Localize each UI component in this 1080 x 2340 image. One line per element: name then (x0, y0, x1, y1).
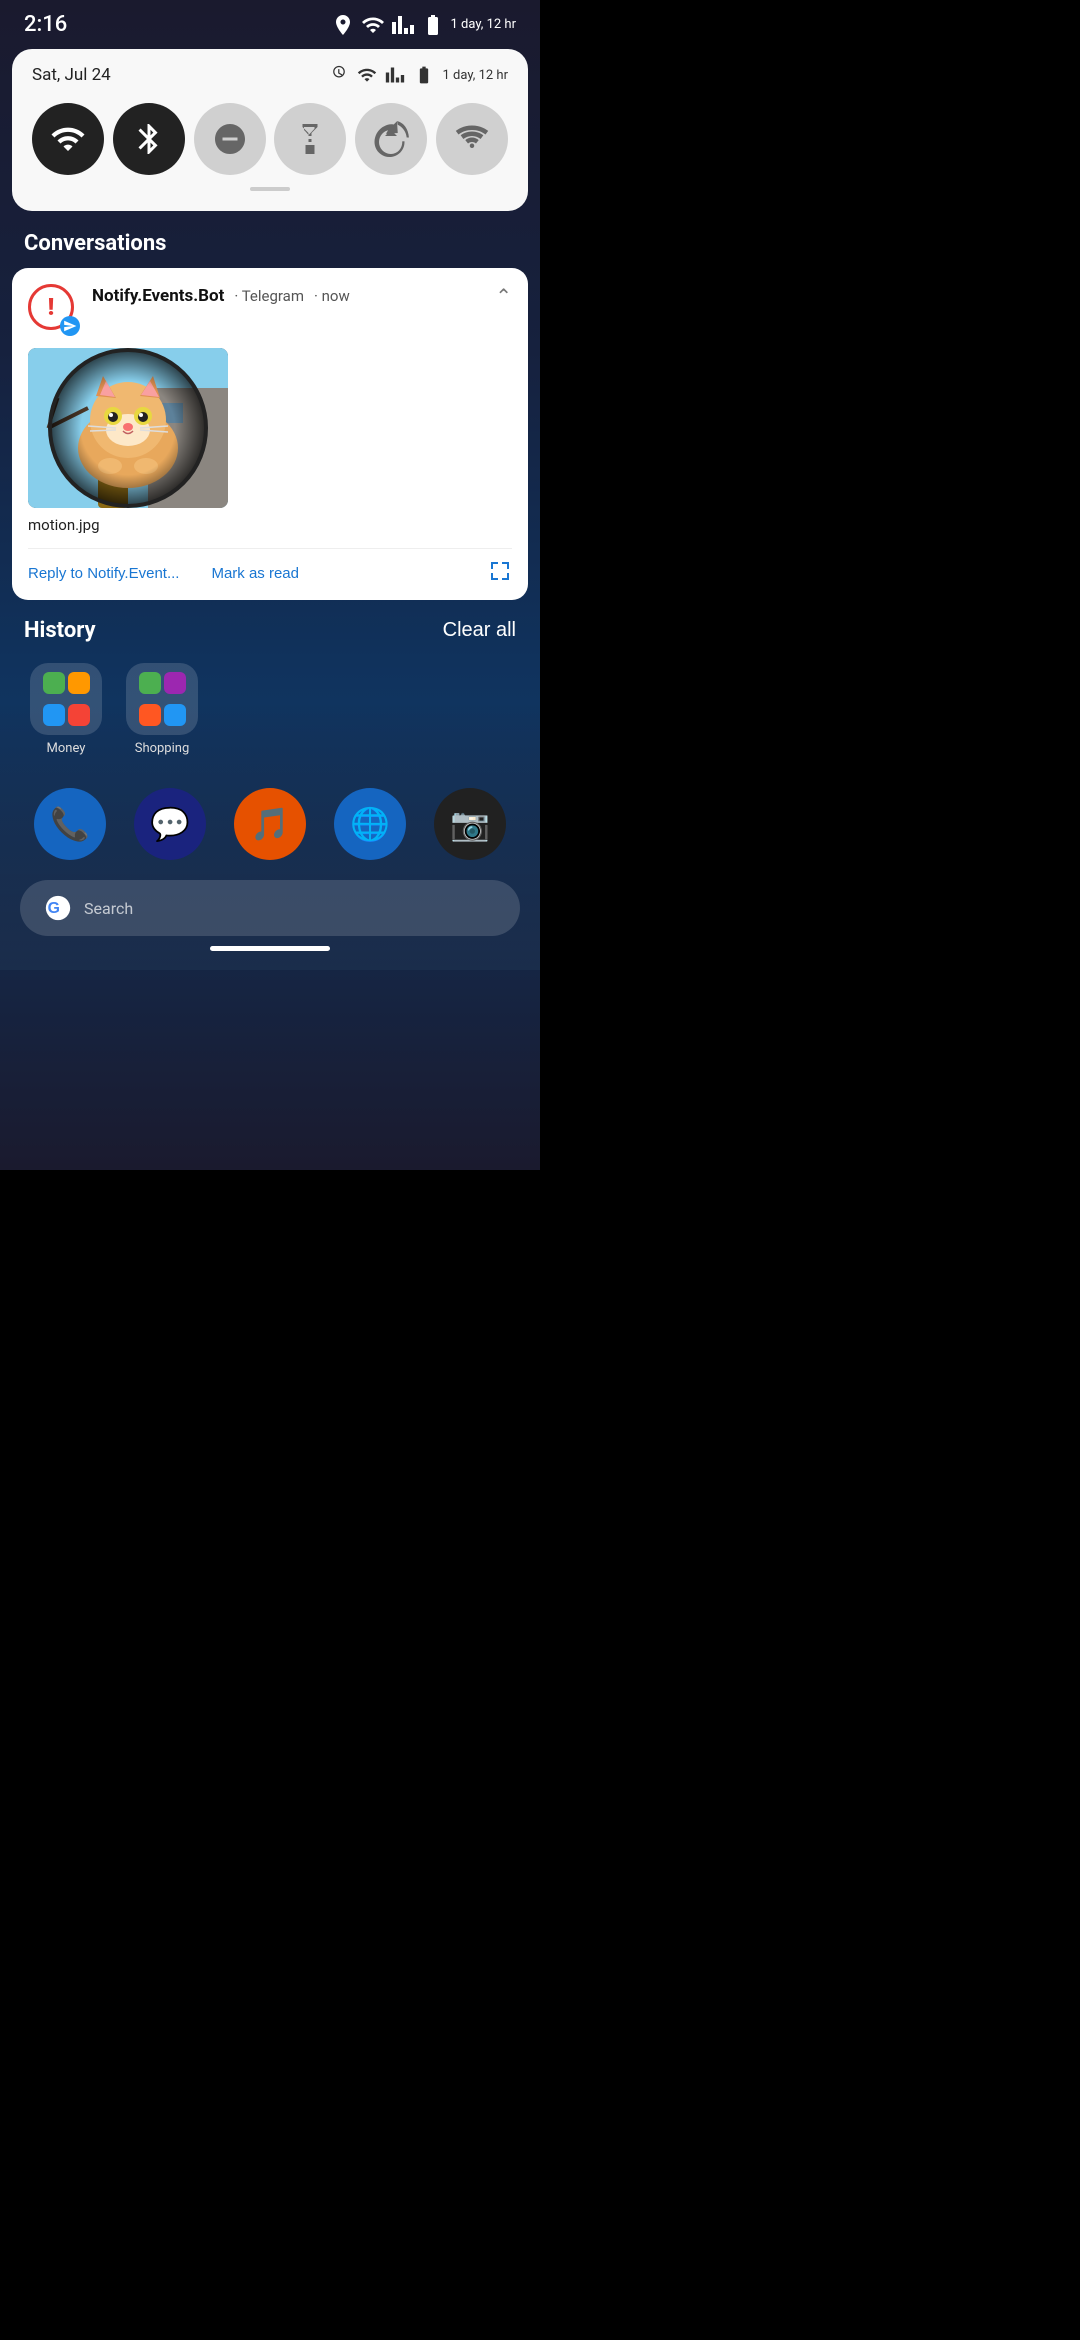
folder-dot (43, 672, 65, 694)
battery-icon (421, 13, 445, 37)
battery-text: 1 day, 12 hr (451, 17, 517, 32)
qs-toggles (32, 103, 508, 175)
browser-app[interactable]: 🌐 (334, 788, 406, 860)
folder-dot (68, 704, 90, 726)
expand-icon[interactable] (488, 559, 512, 588)
money-folder-icon (30, 663, 102, 735)
notif-title-row: Notify.Events.Bot · Telegram · now ⌃ (92, 284, 512, 308)
money-folder[interactable]: Money (30, 663, 102, 756)
autorotate-toggle-icon (373, 121, 409, 157)
flashlight-toggle-icon (292, 121, 328, 157)
money-folder-label: Money (47, 741, 86, 756)
hotspot-toggle[interactable] (436, 103, 508, 175)
quick-settings-panel: Sat, Jul 24 1 day, 12 hr (12, 49, 528, 211)
expand-svg-icon (488, 559, 512, 583)
conversations-label: Conversations (0, 215, 540, 268)
notif-icon-wrap: ! (28, 284, 80, 336)
notif-image (28, 348, 228, 508)
notif-filename: motion.jpg (28, 516, 512, 534)
folder-dot (43, 704, 65, 726)
qs-date: Sat, Jul 24 (32, 65, 111, 85)
status-time: 2:16 (24, 12, 67, 37)
google-logo: G (44, 894, 72, 922)
autorotate-toggle[interactable] (355, 103, 427, 175)
qs-status-right: 1 day, 12 hr (329, 65, 509, 85)
messages-app[interactable]: 💬 (134, 788, 206, 860)
telegram-plane-icon (63, 319, 77, 333)
alarm-icon (331, 13, 355, 37)
search-bar[interactable]: G Search (20, 880, 520, 936)
wifi-icon-qs (357, 65, 377, 85)
app-folders: Money Shopping (0, 653, 540, 766)
folder-dot (139, 672, 161, 694)
history-label: History (24, 618, 96, 643)
phone-app[interactable]: 📞 (34, 788, 106, 860)
shopping-folder[interactable]: Shopping (126, 663, 198, 756)
status-icons: 1 day, 12 hr (331, 13, 517, 37)
history-section: History Clear all (0, 600, 540, 653)
notif-title-group: Notify.Events.Bot · Telegram · now (92, 286, 350, 306)
flashlight-toggle[interactable] (274, 103, 346, 175)
bluetooth-toggle-icon (131, 121, 167, 157)
shopping-folder-icon (126, 663, 198, 735)
folder-dot (139, 704, 161, 726)
mark-as-read-button[interactable]: Mark as read (211, 565, 299, 582)
bluetooth-toggle[interactable] (113, 103, 185, 175)
hotspot-toggle-icon (454, 121, 490, 157)
reply-button[interactable]: Reply to Notify.Event... (28, 565, 179, 582)
battery-icon-qs (413, 65, 435, 85)
notif-meta: Notify.Events.Bot · Telegram · now ⌃ (92, 284, 512, 308)
svg-text:G: G (48, 900, 60, 917)
signal-icon-qs (385, 65, 405, 85)
wifi-toggle[interactable] (32, 103, 104, 175)
notif-actions: Reply to Notify.Event... Mark as read (28, 548, 512, 588)
qs-top-row: Sat, Jul 24 1 day, 12 hr (32, 65, 508, 85)
wifi-toggle-icon (50, 121, 86, 157)
wifi-status-icon (361, 13, 385, 37)
search-placeholder: Search (84, 899, 133, 918)
notif-app-name: Notify.Events.Bot (92, 286, 224, 306)
camera-app[interactable]: 📷 (434, 788, 506, 860)
folder-dot (164, 704, 186, 726)
cat-image-svg (28, 348, 228, 508)
clear-all-button[interactable]: Clear all (443, 619, 516, 642)
notif-header: ! Notify.Events.Bot · Telegram · now ⌃ (28, 284, 512, 336)
dnd-toggle[interactable] (194, 103, 266, 175)
music-app[interactable]: 🎵 (234, 788, 306, 860)
signal-icon (391, 13, 415, 37)
folder-dot (68, 672, 90, 694)
home-indicator (210, 946, 330, 951)
notif-collapse-chevron[interactable]: ⌃ (495, 284, 512, 308)
qs-handle (250, 187, 290, 191)
notif-source: · Telegram (234, 287, 304, 305)
dnd-toggle-icon (212, 121, 248, 157)
battery-text-qs: 1 day, 12 hr (443, 68, 509, 83)
notif-time: · now (314, 287, 350, 305)
shopping-folder-label: Shopping (135, 741, 190, 756)
app-dock: 📞 💬 🎵 🌐 📷 (0, 776, 540, 872)
telegram-icon (60, 316, 80, 336)
notification-card: ! Notify.Events.Bot · Telegram · now ⌃ (12, 268, 528, 600)
status-bar: 2:16 1 day, 12 hr (0, 0, 540, 45)
alarm-icon-qs (329, 65, 349, 85)
folder-dot (164, 672, 186, 694)
